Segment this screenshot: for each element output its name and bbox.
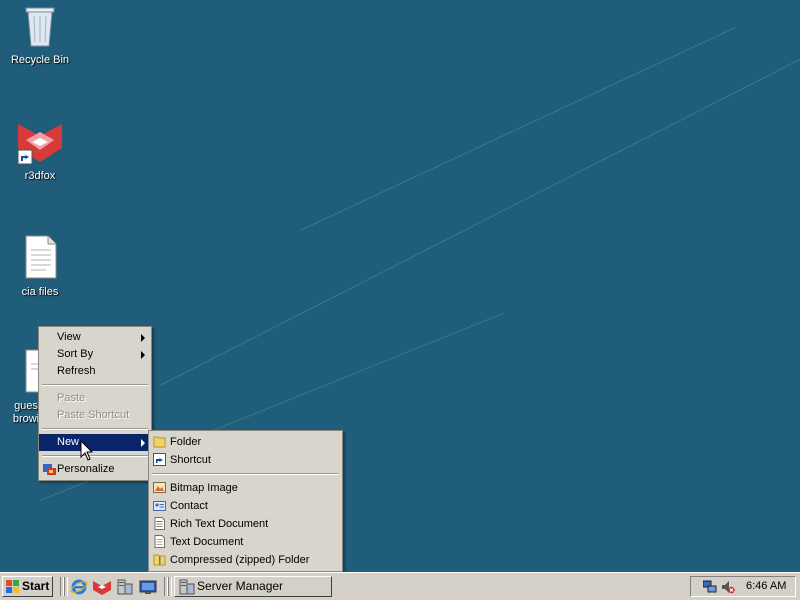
submenu-arrow-icon [141, 351, 145, 359]
submenu-item-bitmap-image-label: Bitmap Image [170, 482, 238, 494]
taskbar-grip[interactable] [64, 577, 68, 596]
submenu-item-text-document[interactable]: Text Document [149, 533, 342, 551]
text-file-icon [18, 234, 62, 282]
menu-item-paste-shortcut: Paste Shortcut [39, 407, 151, 424]
rich-text-document-icon [154, 517, 165, 530]
menu-item-sort-by[interactable]: Sort By [39, 346, 151, 363]
r3dfox-icon [17, 118, 62, 166]
recycle-bin-label: Recycle Bin [10, 54, 70, 66]
desktop[interactable]: Recycle Bin r3dfox cia files gues browi [0, 0, 800, 572]
r3dfox-desktop-icon[interactable]: r3dfox [0, 118, 80, 183]
menu-separator [152, 473, 339, 475]
taskbar-grip[interactable] [168, 577, 172, 596]
mouse-cursor-icon [80, 440, 94, 461]
text-document-icon [154, 535, 165, 548]
clock[interactable]: 6:46 AM [746, 580, 786, 592]
menu-item-personalize[interactable]: Personalize [39, 461, 151, 478]
start-button[interactable]: Start [2, 576, 53, 597]
recycle-bin-desktop-icon[interactable]: Recycle Bin [0, 2, 80, 67]
shortcut-icon [153, 453, 166, 466]
menu-item-paste-label: Paste [57, 392, 86, 404]
submenu-item-folder[interactable]: Folder [149, 433, 342, 451]
r3dfox-label: r3dfox [24, 170, 56, 182]
submenu-arrow-icon [141, 334, 145, 342]
submenu-item-compressed-folder-label: Compressed (zipped) Folder [170, 554, 310, 566]
contact-icon [153, 501, 166, 511]
r3dfox-quicklaunch-icon[interactable] [93, 578, 111, 596]
taskbar-button-server-manager[interactable]: Server Manager [174, 576, 332, 597]
volume-muted-icon[interactable] [721, 580, 735, 594]
windows-logo-icon [6, 580, 19, 593]
submenu-item-bitmap-image[interactable]: Bitmap Image [149, 479, 342, 497]
submenu-item-rich-text-document-label: Rich Text Document [170, 518, 269, 530]
show-desktop-icon[interactable] [139, 578, 157, 596]
menu-item-view[interactable]: View [39, 329, 151, 346]
submenu-item-compressed-folder[interactable]: Compressed (zipped) Folder [149, 551, 342, 569]
taskbar: Start Server Manager 6:46 AM [0, 572, 800, 600]
menu-separator [42, 455, 148, 457]
menu-item-paste-shortcut-label: Paste Shortcut [57, 409, 130, 421]
submenu-item-shortcut[interactable]: Shortcut [149, 451, 342, 469]
menu-item-new[interactable]: New [39, 434, 151, 451]
server-manager-quicklaunch-icon[interactable] [116, 578, 134, 596]
recycle-bin-icon [18, 2, 62, 50]
menu-item-refresh-label: Refresh [57, 365, 96, 377]
folder-icon [153, 436, 166, 448]
submenu-item-rich-text-document[interactable]: Rich Text Document [149, 515, 342, 533]
personalize-icon [43, 464, 56, 475]
start-button-label: Start [22, 579, 50, 593]
internet-explorer-icon[interactable] [70, 578, 88, 596]
submenu-item-text-document-label: Text Document [170, 536, 244, 548]
menu-separator [42, 428, 148, 430]
server-manager-icon [179, 579, 195, 595]
system-tray: 6:46 AM [690, 576, 796, 597]
submenu-item-shortcut-label: Shortcut [170, 454, 211, 466]
network-icon[interactable] [703, 580, 717, 594]
menu-item-new-label: New [57, 436, 80, 448]
submenu-item-folder-label: Folder [170, 436, 202, 448]
menu-separator [42, 384, 148, 386]
zipped-folder-icon [153, 554, 166, 566]
submenu-arrow-icon [141, 439, 145, 447]
submenu-item-contact-label: Contact [170, 500, 208, 512]
cia-files-desktop-icon[interactable]: cia files [0, 234, 80, 299]
menu-item-paste: Paste [39, 390, 151, 407]
menu-item-refresh[interactable]: Refresh [39, 363, 151, 380]
desktop-context-menu: View Sort By Refresh Paste Paste Shortcu… [38, 326, 152, 481]
menu-item-view-label: View [57, 331, 81, 343]
menu-item-personalize-label: Personalize [57, 463, 115, 475]
bitmap-image-icon [153, 482, 166, 493]
submenu-item-contact[interactable]: Contact [149, 497, 342, 515]
new-submenu: Folder Shortcut Bitmap Image Contact Ric… [148, 430, 343, 572]
menu-item-sort-by-label: Sort By [57, 348, 94, 360]
cia-files-label: cia files [21, 286, 59, 298]
taskbar-button-label: Server Manager [197, 579, 284, 593]
